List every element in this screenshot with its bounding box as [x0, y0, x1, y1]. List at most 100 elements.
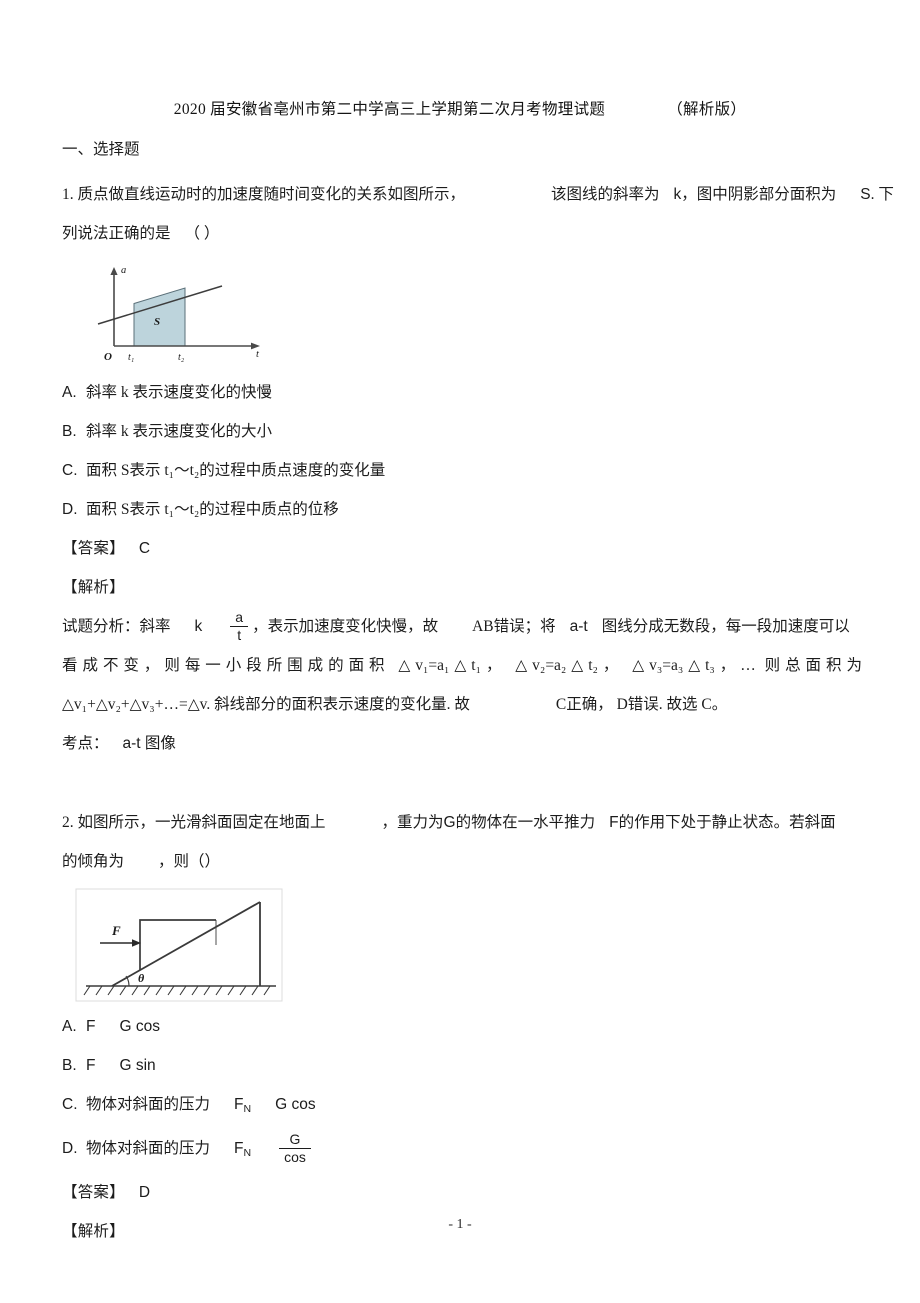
origin-label: O: [104, 351, 112, 363]
q2-option-b: B. F G sin: [62, 1046, 862, 1085]
tick-label-t1: t₁: [128, 352, 134, 363]
block-outline: [139, 919, 216, 970]
page-title-text: 2020 届安徽省亳州市第二中学高三上学期第二次月考物理试题: [173, 101, 606, 118]
page-number: - 1 -: [448, 1217, 472, 1232]
q2-option-a-tail: G cos: [119, 1018, 160, 1035]
at-graph-svg: a t O t₁ t₂ S: [97, 265, 260, 363]
q1-stem-line2-text: 列说法正确的是: [62, 225, 171, 242]
q2-option-d-fraction: Gcos: [279, 1131, 311, 1165]
q2-stem-p3: 的物体在一水平推力: [455, 814, 596, 831]
q2-option-b-tail: G sin: [119, 1057, 156, 1074]
angle-label-theta: θ: [138, 971, 145, 985]
q1-stem-line1: 1. 质点做直线运动时的加速度随时间变化的关系如图所示， 该图线的斜率为 k，图中阴…: [62, 175, 894, 214]
q1-option-a-label: A.: [62, 384, 77, 401]
q2-option-c-subscript: N: [243, 1102, 252, 1115]
ground-hatching: [83, 985, 271, 996]
q1-figure-at-graph: a t O t₁ t₂ S: [70, 261, 862, 373]
q1-analysis-line1: 试题分析：斜率 k a t ，表示加速度变化快慢，故 AB错误；将 a-t 图线分成无数段，每…: [62, 607, 862, 646]
q2-stem-p2: ，重力为: [381, 814, 444, 831]
q1-analysis-line2: 看成不变，则每一小段所围成的面积 △v₁=a₁△t₁， △v₂=a₂△t₂， △…: [62, 657, 862, 674]
q2-stem-p1: 2. 如图所示，一光滑斜面固定在地面上: [62, 814, 326, 831]
q1-analysis-ab: AB错误；将: [472, 618, 556, 635]
q1-analysis-fraction: at: [230, 609, 249, 643]
q2-option-d-subscript: N: [243, 1146, 252, 1159]
q2-option-a-expr: F: [86, 1018, 96, 1035]
inclined-plane-svg: F θ: [75, 888, 283, 1002]
q1-analysis-k: k: [194, 618, 203, 635]
q1-answer-label: 【答案】: [62, 540, 125, 557]
q1-analysis-line3: △v₁+△v₂+△v₃+…=△v. 斜线部分的面积表示速度的变化量. 故 C正确，…: [62, 685, 862, 724]
q1-stem-part1: 1. 质点做直线运动时的加速度随时间变化的关系如图所示，: [62, 186, 466, 203]
q1-stem-part4: . 下: [870, 186, 894, 203]
q2-stem-line2: 的倾角为 ，则（）: [62, 842, 862, 881]
section-heading: 一、选择题: [62, 141, 140, 158]
document-page: 2020 届安徽省亳州市第二中学高三上学期第二次月考物理试题 （解析版） 一、选择…: [0, 0, 920, 1303]
q2-figure-inclined-plane: F θ: [72, 887, 862, 1007]
q1-stem-part2: 该图线的斜率为: [551, 186, 660, 203]
q2-stem-G: G: [443, 814, 456, 831]
q1-option-d-text: 面积 S表示 t₁～t₂的过程中质点的位移: [86, 501, 339, 518]
q1-option-d: D. 面积 S表示 t₁～t₂的过程中质点的位移: [62, 490, 862, 529]
q1-analysis-lead: 试题分析：斜率: [62, 618, 171, 635]
q2-option-d-head: 物体对斜面的压力: [86, 1139, 211, 1157]
figure-border: [75, 888, 283, 1002]
q2-stem-line1: 2. 如图所示，一光滑斜面固定在地面上 ，重力为G的物体在一水平推力 F的作用下处于…: [62, 803, 862, 842]
y-axis-label: a: [121, 265, 126, 276]
q2-option-d: D. 物体对斜面的压力 FN Gcos: [62, 1129, 862, 1173]
tick-label-t2: t₂: [178, 352, 185, 363]
q2-stem-F: F: [609, 814, 619, 831]
q2-option-b-label: B.: [62, 1057, 77, 1074]
q2-stem-l2p1: 的倾角为: [62, 853, 125, 870]
q2-answer-value: D: [138, 1183, 151, 1201]
q1-analysis-line3-part1: △v₁+△v₂+△v₃+…=△v. 斜线部分的面积表示速度的变化量. 故: [62, 696, 470, 713]
q2-option-c-expr: FN: [234, 1096, 252, 1115]
q1-stem-line2: 列说法正确的是 （ ）: [62, 214, 862, 253]
q2-option-a: A. F G cos: [62, 1007, 862, 1046]
q1-analysis-label: 【解析】: [62, 579, 125, 596]
q1-option-d-label: D.: [62, 501, 78, 518]
q2-option-c-head: 物体对斜面的压力: [86, 1096, 211, 1113]
q2-option-d-expr: FN: [234, 1140, 252, 1159]
q1-kaodian-label: 考点：: [62, 735, 109, 752]
q1-option-c-text: 面积 S表示 t₁～t₂的过程中质点速度的变化量: [86, 462, 386, 479]
q1-option-b: B. 斜率 k 表示速度变化的大小: [62, 412, 862, 451]
q2-option-b-expr: F: [86, 1057, 96, 1074]
q1-analysis-tail1: 图线分成无数段，每一段加速度可以: [601, 618, 850, 635]
q1-option-c: C. 面积 S表示 t₁～t₂的过程中质点速度的变化量: [62, 451, 862, 490]
q1-kaodian: 考点： a-t 图像: [62, 724, 862, 763]
q1-kaodian-value: a-t 图像: [122, 735, 176, 752]
q1-stem-paren: （ ）: [184, 225, 220, 242]
q2-option-c-tail: G cos: [275, 1096, 316, 1113]
q1-option-b-label: B.: [62, 423, 77, 440]
q1-stem-part3: ，图中阴影部分面积为: [681, 186, 837, 203]
q2-option-d-denominator: cos: [284, 1148, 306, 1165]
q1-fraction-numerator: a: [230, 609, 249, 627]
q1-stem-S: S: [860, 186, 871, 203]
document-body: 一、选择题 1. 质点做直线运动时的加速度随时间变化的关系如图所示， 该图线的斜率…: [62, 130, 894, 1251]
q1-analysis-after-frac: ，表示加速度变化快慢，故: [252, 618, 439, 635]
q2-answer-label: 【答案】: [62, 1183, 125, 1201]
page-title: 2020 届安徽省亳州市第二中学高三上学期第二次月考物理试题 （解析版）: [0, 97, 920, 119]
q2-option-c: C. 物体对斜面的压力 FN G cos: [62, 1085, 862, 1129]
q2-option-d-numerator: G: [279, 1131, 311, 1149]
q1-fraction-denominator: t: [237, 626, 242, 643]
q1-option-b-text: 斜率 k 表示速度变化的大小: [86, 423, 273, 440]
q2-stem-p4: 的作用下处于静止状态。若斜面: [618, 814, 836, 831]
page-title-version: （解析版）: [667, 101, 747, 118]
y-axis-arrow: [110, 267, 118, 275]
q2-option-a-label: A.: [62, 1018, 77, 1035]
q2-answer: 【答案】 D: [62, 1173, 862, 1212]
q1-answer: 【答案】 C: [62, 529, 862, 568]
q1-option-a-text: 斜率 k 表示速度变化的快慢: [86, 384, 273, 401]
q2-option-d-label: D.: [62, 1139, 78, 1157]
shaded-label-S: S: [154, 316, 160, 328]
q1-analysis-line3-part2: C正确， D错误. 故选 C。: [555, 696, 728, 713]
q1-analysis-at: a-t: [569, 618, 588, 635]
q1-option-c-label: C.: [62, 462, 78, 479]
x-axis-label: t: [256, 349, 260, 360]
q1-answer-value: C: [138, 540, 151, 557]
q1-option-a: A. 斜率 k 表示速度变化的快慢: [62, 373, 862, 412]
q2-option-c-label: C.: [62, 1096, 78, 1113]
q2-stem-l2p2: ，则（）: [158, 853, 221, 870]
force-label-F: F: [111, 923, 121, 938]
